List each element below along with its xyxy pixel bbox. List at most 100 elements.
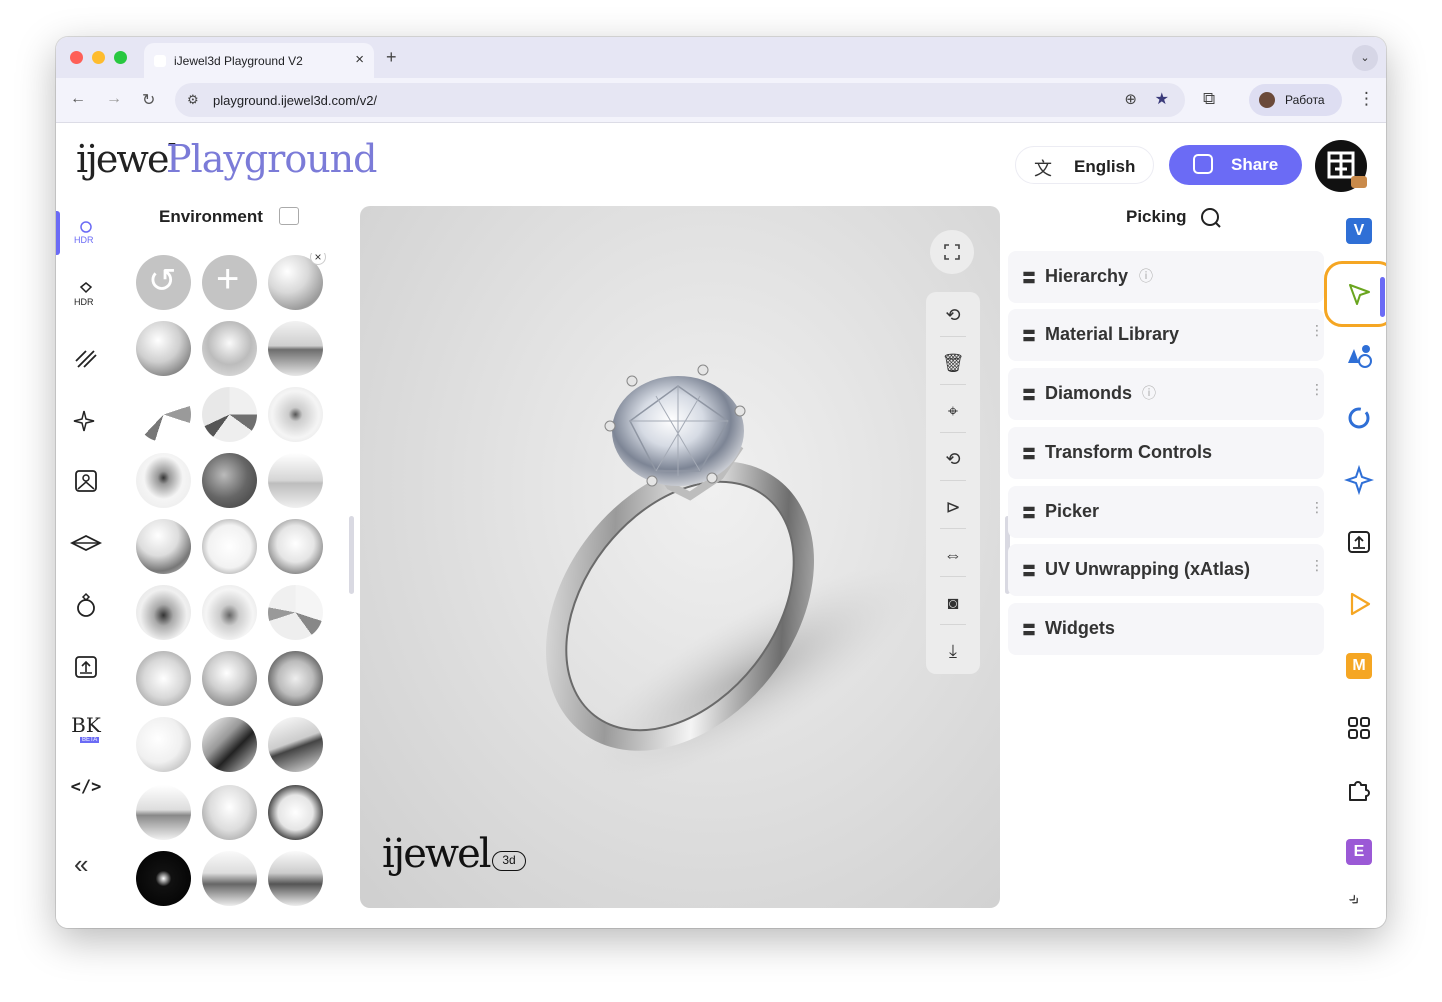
environment-thumb[interactable]: [136, 321, 191, 376]
drag-handle-icon[interactable]: 〓: [1022, 385, 1036, 405]
forward-button[interactable]: →: [106, 90, 122, 108]
environment-thumb[interactable]: [268, 387, 323, 442]
environment-thumb[interactable]: [268, 785, 323, 840]
drag-handle-icon[interactable]: 〓: [1022, 503, 1036, 523]
right-rail-v-button[interactable]: V: [1346, 218, 1372, 244]
bookmark-star-icon[interactable]: ★: [1155, 89, 1169, 109]
rail-item-ground[interactable]: [69, 527, 103, 559]
right-rail-play-button[interactable]: [1344, 589, 1374, 619]
reload-button[interactable]: ↻: [142, 90, 155, 110]
rail-item-sparkle[interactable]: [70, 403, 102, 435]
remove-environment-button[interactable]: ×: [310, 253, 326, 265]
address-bar[interactable]: ⚙ playground.ijewel3d.com/v2/ ⊕ ★: [175, 83, 1185, 117]
more-options-icon[interactable]: ⋮: [1310, 557, 1324, 574]
right-rail-upload-button[interactable]: [1344, 527, 1374, 557]
right-rail-shapes-button[interactable]: [1344, 341, 1374, 371]
profile-button[interactable]: Работа: [1249, 84, 1342, 116]
environment-thumb[interactable]: [136, 785, 191, 840]
environment-thumb[interactable]: [202, 717, 257, 772]
environment-thumb[interactable]: [268, 851, 323, 906]
rail-item-texture[interactable]: [70, 341, 102, 373]
fullscreen-button[interactable]: [930, 230, 974, 274]
rail-item-bk[interactable]: BK BETA: [70, 713, 102, 745]
environment-thumb[interactable]: [202, 851, 257, 906]
environment-thumb[interactable]: [268, 651, 323, 706]
plugin-row-picker[interactable]: 〓 Picker ⋮: [1008, 486, 1324, 538]
environment-thumb[interactable]: [202, 321, 257, 376]
back-button[interactable]: ←: [70, 90, 86, 108]
plugin-row-widgets[interactable]: 〓 Widgets: [1008, 603, 1324, 655]
zoom-window-button[interactable]: [114, 51, 127, 64]
drag-handle-icon[interactable]: 〓: [1022, 326, 1036, 346]
extensions-icon[interactable]: ⧉: [1203, 89, 1215, 109]
drag-handle-icon[interactable]: 〓: [1022, 444, 1036, 464]
right-rail-m-button[interactable]: M: [1346, 653, 1372, 679]
environment-thumb[interactable]: [136, 651, 191, 706]
browser-tab[interactable]: iJewel3d Playground V2 ×: [144, 43, 374, 78]
3d-viewport[interactable]: ⟲ 🗑 ⌖ ⟲ ⊳ ⇔ ◙ ⤓ ijewel 3d: [360, 206, 1000, 908]
tab-search-button[interactable]: ⌄: [1352, 45, 1378, 71]
search-icon[interactable]: [1199, 206, 1223, 230]
drag-handle-icon[interactable]: 〓: [1022, 561, 1036, 581]
rail-item-hdr[interactable]: HDR: [70, 217, 102, 249]
tab-close-button[interactable]: ×: [355, 51, 364, 68]
rail-item-image[interactable]: [70, 465, 102, 497]
environment-thumb[interactable]: [202, 585, 257, 640]
drag-handle-icon[interactable]: 〓: [1022, 268, 1036, 288]
browser-menu-button[interactable]: ⋮: [1358, 89, 1375, 109]
collapse-right-button[interactable]: »: [1344, 889, 1366, 911]
download-button[interactable]: ⤓: [940, 638, 966, 664]
close-window-button[interactable]: [70, 51, 83, 64]
right-rail-circle-button[interactable]: [1344, 403, 1374, 433]
environment-thumb[interactable]: [136, 453, 191, 508]
more-options-icon[interactable]: ⋮: [1310, 499, 1324, 516]
collapse-left-button[interactable]: «: [74, 849, 88, 880]
rail-item-ring[interactable]: [70, 589, 102, 621]
plugin-row-hierarchy[interactable]: 〓 Hierarchy ⓘ: [1008, 251, 1324, 303]
snapshot-button[interactable]: ◙: [940, 590, 966, 616]
rotate-button[interactable]: ⟲: [940, 302, 966, 328]
new-tab-button[interactable]: +: [386, 47, 397, 68]
info-icon[interactable]: ⓘ: [1142, 383, 1156, 403]
plugin-row-material-library[interactable]: 〓 Material Library ⋮: [1008, 309, 1324, 361]
zoom-icon[interactable]: ⊕: [1124, 90, 1137, 108]
environment-help-icon[interactable]: [279, 207, 299, 225]
environment-thumb[interactable]: [268, 585, 323, 640]
more-options-icon[interactable]: ⋮: [1310, 381, 1324, 398]
environment-thumb[interactable]: [268, 717, 323, 772]
user-avatar[interactable]: [1315, 140, 1367, 192]
environment-thumb[interactable]: [136, 585, 191, 640]
rail-item-export[interactable]: [70, 651, 102, 683]
plugin-row-transform-controls[interactable]: 〓 Transform Controls: [1008, 427, 1324, 479]
more-options-icon[interactable]: ⋮: [1310, 322, 1324, 339]
plugin-row-uv-unwrapping[interactable]: 〓 UV Unwrapping (xAtlas) ⋮: [1008, 544, 1324, 596]
reset-environment-button[interactable]: ↺: [136, 255, 191, 310]
environment-thumb[interactable]: [202, 519, 257, 574]
right-rail-grid-button[interactable]: [1344, 713, 1374, 743]
share-button[interactable]: Share: [1169, 145, 1302, 185]
plugin-row-diamonds[interactable]: 〓 Diamonds ⓘ ⋮: [1008, 368, 1324, 420]
environment-thumb[interactable]: [136, 519, 191, 574]
environment-thumb[interactable]: [268, 453, 323, 508]
environment-thumb[interactable]: [202, 387, 257, 442]
info-icon[interactable]: ⓘ: [1139, 266, 1153, 286]
environment-thumb[interactable]: [268, 321, 323, 376]
right-rail-e-button[interactable]: E: [1346, 839, 1372, 865]
rail-item-hdr-diamond[interactable]: HDR: [70, 279, 102, 311]
right-rail-star-button[interactable]: [1343, 464, 1375, 496]
focus-button[interactable]: ⌖: [940, 398, 966, 424]
environment-thumb[interactable]: [202, 785, 257, 840]
language-button[interactable]: 文 English: [1015, 146, 1154, 184]
delete-button[interactable]: 🗑: [940, 350, 966, 376]
autorotate-button[interactable]: ⟲: [940, 446, 966, 472]
environment-thumb[interactable]: [202, 453, 257, 508]
environment-thumb[interactable]: [136, 717, 191, 772]
play-button[interactable]: ⊳: [940, 494, 966, 520]
right-rail-plugins-button[interactable]: [1344, 775, 1374, 805]
add-environment-button[interactable]: +: [202, 255, 257, 310]
site-info-icon[interactable]: ⚙: [187, 92, 199, 108]
minimize-window-button[interactable]: [92, 51, 105, 64]
left-panel-resizer[interactable]: [349, 516, 354, 594]
compare-button[interactable]: ⇔: [940, 542, 966, 568]
drag-handle-icon[interactable]: 〓: [1022, 620, 1036, 640]
